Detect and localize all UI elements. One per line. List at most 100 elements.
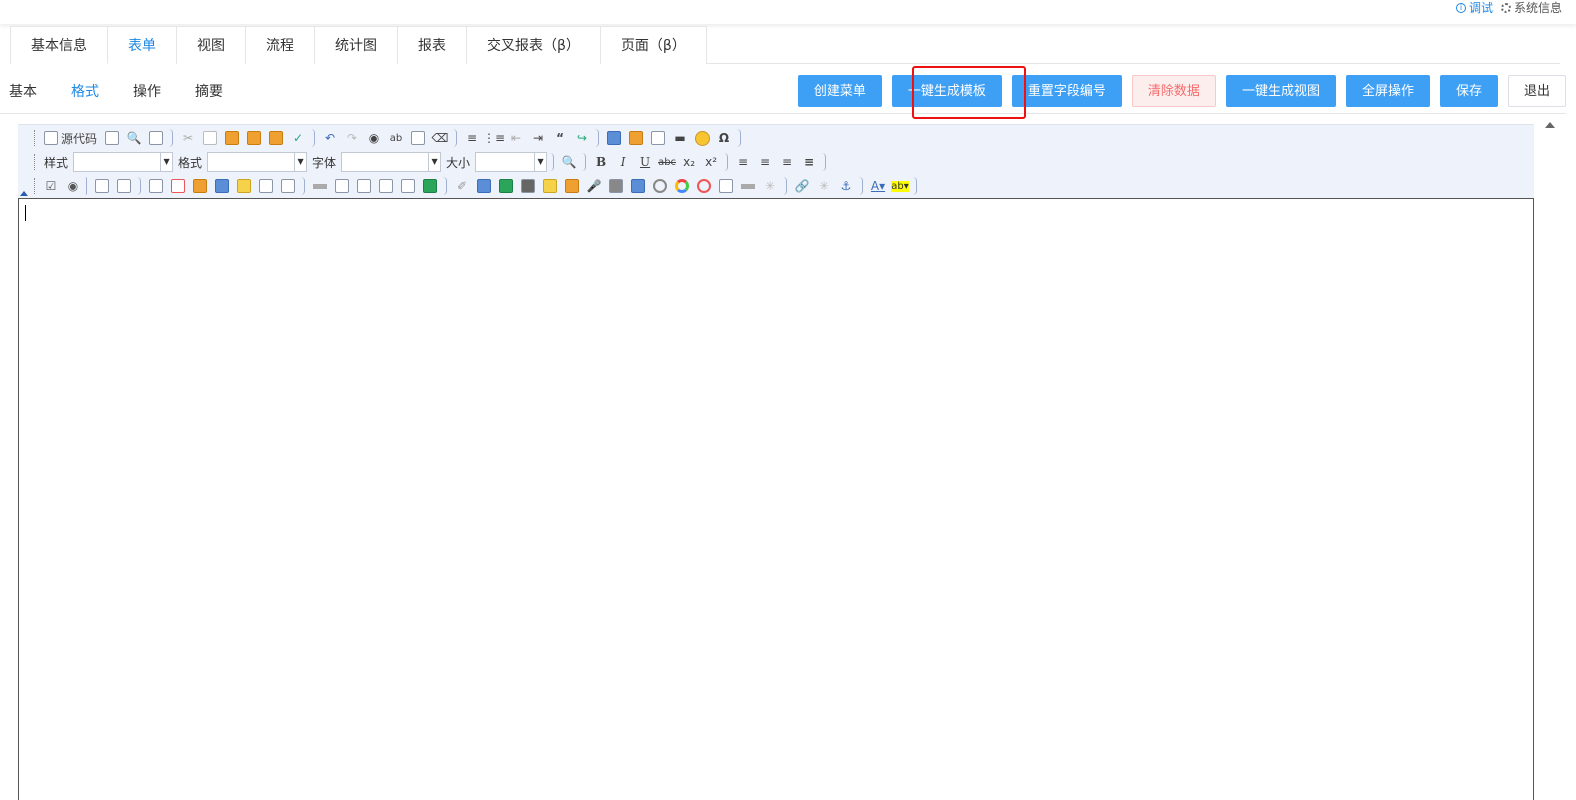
background-color-icon[interactable]: ab▾ xyxy=(890,176,910,196)
div-container-icon[interactable]: ↪ xyxy=(572,128,592,148)
tab-form[interactable]: 表单 xyxy=(107,26,177,64)
generate-template-button[interactable]: 一键生成模板 xyxy=(891,75,1002,107)
editor-content-area[interactable] xyxy=(18,198,1534,800)
user-field-icon[interactable] xyxy=(234,176,254,196)
image-icon[interactable] xyxy=(604,128,624,148)
tab-flow[interactable]: 流程 xyxy=(245,26,315,64)
link-icon[interactable]: 🔗 xyxy=(792,176,812,196)
outdent-icon[interactable]: ⇤ xyxy=(506,128,526,148)
html-field-icon[interactable] xyxy=(376,176,396,196)
button-field-icon[interactable] xyxy=(354,176,374,196)
copy-icon[interactable] xyxy=(200,128,220,148)
strikethrough-icon[interactable]: abc xyxy=(657,152,677,172)
spellcheck-icon[interactable]: ✓ xyxy=(288,128,308,148)
subtab-summary[interactable]: 摘要 xyxy=(186,72,232,112)
underline-icon[interactable]: U xyxy=(635,152,655,172)
signature-icon[interactable] xyxy=(694,176,714,196)
browser-icon[interactable] xyxy=(650,176,670,196)
camera-icon[interactable] xyxy=(518,176,538,196)
italic-icon[interactable]: I xyxy=(613,152,633,172)
style-select[interactable]: ▼ xyxy=(73,152,174,172)
align-center-icon[interactable]: ≡ xyxy=(755,152,775,172)
tab-view[interactable]: 视图 xyxy=(176,26,246,64)
text-field-icon[interactable] xyxy=(92,176,112,196)
list-field-icon[interactable] xyxy=(420,176,440,196)
list-view-icon[interactable] xyxy=(256,176,276,196)
photo-icon[interactable] xyxy=(540,176,560,196)
unlink-icon[interactable]: ✳ xyxy=(814,176,834,196)
blockquote-icon[interactable]: “ xyxy=(550,128,570,148)
layers-icon[interactable] xyxy=(474,176,494,196)
paste-word-icon[interactable] xyxy=(266,128,286,148)
anchor-icon[interactable]: ⚓ xyxy=(836,176,856,196)
tab-chart[interactable]: 统计图 xyxy=(314,26,398,64)
word-icon[interactable] xyxy=(628,176,648,196)
clear-data-button[interactable]: 清除数据 xyxy=(1131,75,1216,107)
align-right-icon[interactable]: ≡ xyxy=(777,152,797,172)
select-all-icon[interactable] xyxy=(408,128,428,148)
cut-icon[interactable]: ✂ xyxy=(178,128,198,148)
hidden-field-icon[interactable] xyxy=(310,176,330,196)
eraser-icon[interactable]: ⌫ xyxy=(430,128,450,148)
paste-icon[interactable] xyxy=(222,128,242,148)
text-color-icon[interactable]: A▾ xyxy=(868,176,888,196)
preview-icon[interactable]: 🔍 xyxy=(124,128,144,148)
align-justify-icon[interactable]: ≡ xyxy=(799,152,819,172)
debug-link[interactable]: i 调试 xyxy=(1455,0,1493,16)
subtab-basic[interactable]: 基本 xyxy=(0,72,46,112)
reset-field-numbers-button[interactable]: 重置字段编号 xyxy=(1011,75,1122,107)
collapse-toolbar-icon[interactable] xyxy=(20,191,28,196)
horizontal-rule-icon[interactable]: ▬ xyxy=(670,128,690,148)
subtab-format[interactable]: 格式 xyxy=(62,72,108,112)
format-select[interactable]: ▼ xyxy=(207,152,308,172)
bulleted-list-icon[interactable]: ⋮≡ xyxy=(483,128,505,148)
generate-view-button[interactable]: 一键生成视图 xyxy=(1225,75,1336,107)
size-select[interactable]: ▼ xyxy=(475,152,548,172)
special-char-icon[interactable]: Ω xyxy=(714,128,734,148)
numbered-list-icon[interactable]: ≡ xyxy=(462,128,482,148)
scroll-up-arrow-icon[interactable] xyxy=(1545,122,1555,128)
bold-icon[interactable]: B xyxy=(591,152,611,172)
tab-basic-info[interactable]: 基本信息 xyxy=(10,26,108,64)
attachment-icon[interactable]: ✐ xyxy=(452,176,472,196)
tab-report[interactable]: 报表 xyxy=(397,26,467,64)
checkbox-field-icon[interactable]: ☑ xyxy=(41,176,61,196)
paste-text-icon[interactable] xyxy=(244,128,264,148)
divider-icon[interactable] xyxy=(738,176,758,196)
font-select[interactable]: ▼ xyxy=(341,152,442,172)
radio-field-icon[interactable]: ◉ xyxy=(63,176,83,196)
number-field-icon[interactable] xyxy=(716,176,736,196)
table-icon[interactable] xyxy=(648,128,668,148)
save-button[interactable]: 保存 xyxy=(1439,75,1498,107)
source-code-button[interactable]: 源代码 xyxy=(41,128,100,148)
align-left-icon[interactable]: ≡ xyxy=(733,152,753,172)
system-info-link[interactable]: 系统信息 xyxy=(1500,0,1562,16)
department-field-icon[interactable] xyxy=(212,176,232,196)
color-picker-icon[interactable] xyxy=(672,176,692,196)
sub-table-icon[interactable] xyxy=(278,176,298,196)
select-field-icon[interactable] xyxy=(146,176,166,196)
qrcode-icon[interactable] xyxy=(606,176,626,196)
redo-icon[interactable]: ↷ xyxy=(342,128,362,148)
loading-icon[interactable]: ✳ xyxy=(760,176,780,196)
image-upload-icon[interactable] xyxy=(496,176,516,196)
subtab-operation[interactable]: 操作 xyxy=(124,72,170,112)
indent-icon[interactable]: ⇥ xyxy=(528,128,548,148)
tab-cross-report[interactable]: 交叉报表（β） xyxy=(466,26,601,64)
smiley-icon[interactable] xyxy=(692,128,712,148)
textarea-field-icon[interactable] xyxy=(114,176,134,196)
microphone-icon[interactable]: 🎤 xyxy=(584,176,604,196)
create-menu-button[interactable]: 创建菜单 xyxy=(797,75,882,107)
subscript-icon[interactable]: x₂ xyxy=(679,152,699,172)
query-field-icon[interactable] xyxy=(398,176,418,196)
fullscreen-button[interactable]: 全屏操作 xyxy=(1345,75,1430,107)
template-icon[interactable] xyxy=(146,128,166,148)
save-doc-icon[interactable] xyxy=(102,128,122,148)
find-icon[interactable]: ◉ xyxy=(364,128,384,148)
location-icon[interactable] xyxy=(562,176,582,196)
macro-field-icon[interactable] xyxy=(190,176,210,196)
calendar-field-icon[interactable] xyxy=(168,176,188,196)
exit-button[interactable]: 退出 xyxy=(1507,75,1566,107)
tab-page[interactable]: 页面（β） xyxy=(599,26,707,64)
undo-icon[interactable]: ↶ xyxy=(320,128,340,148)
